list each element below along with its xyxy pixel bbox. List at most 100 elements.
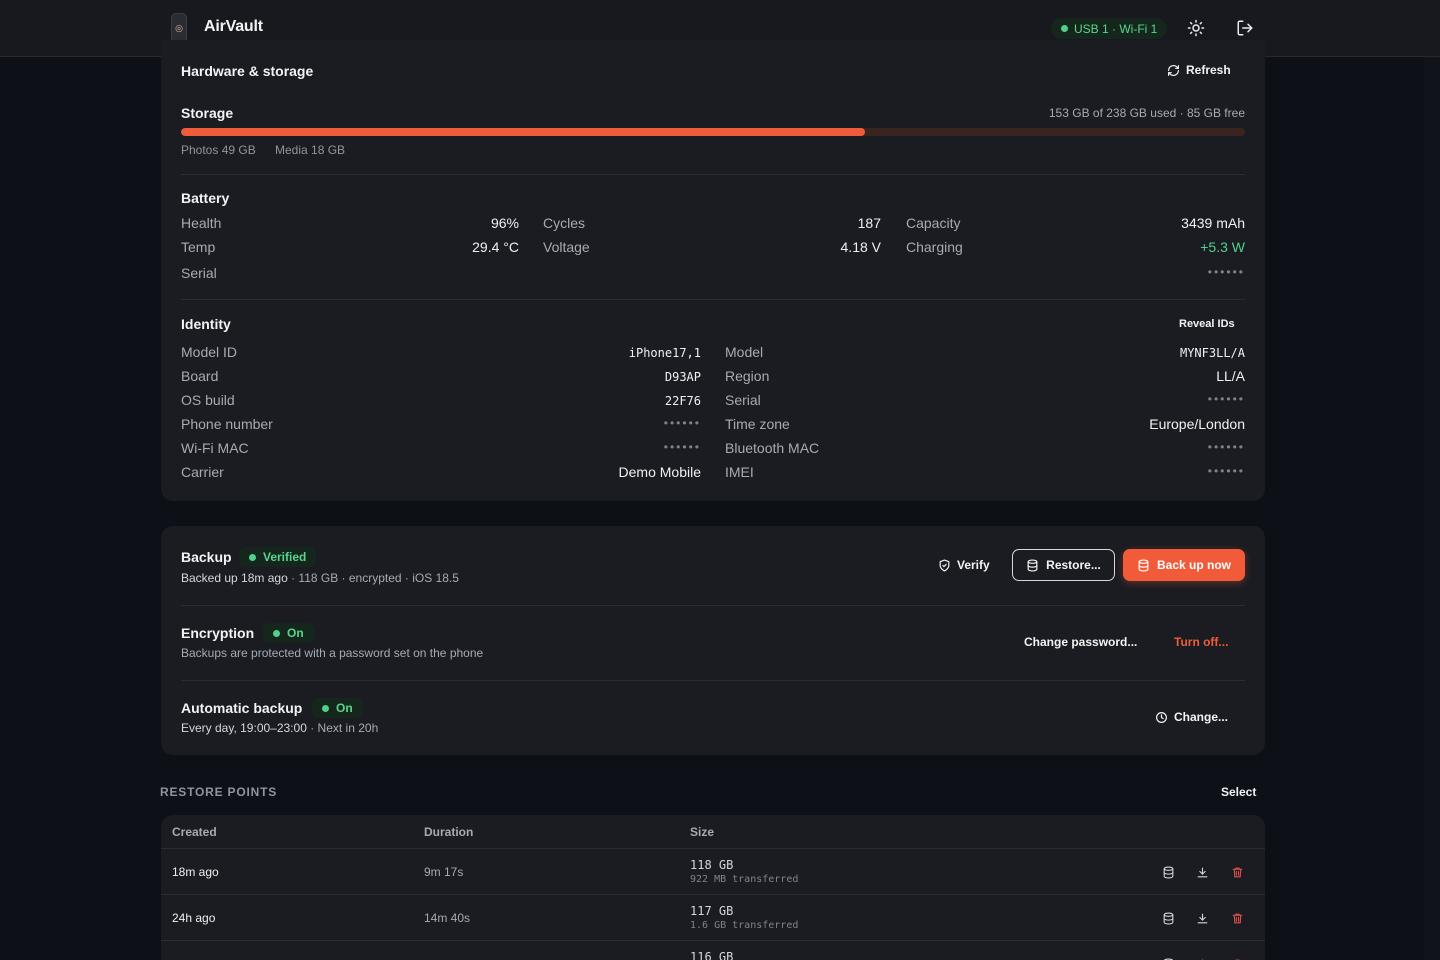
- identity-value: Demo Mobile: [618, 464, 701, 480]
- shield-check-icon: [939, 558, 950, 572]
- duration-cell: 14m 40s: [424, 911, 471, 925]
- refresh-button[interactable]: Refresh: [1167, 63, 1231, 77]
- status-dot-icon: [1061, 25, 1068, 32]
- identity-value: 22F76: [664, 394, 701, 408]
- reveal-ids-button[interactable]: Reveal IDs: [1179, 318, 1235, 330]
- divider: [181, 680, 1245, 681]
- storage-usage-bar: [181, 128, 1245, 136]
- identity-value: ••••••: [1207, 440, 1245, 454]
- restore-icon[interactable]: [1161, 865, 1175, 879]
- battery-cycles-value: 187: [857, 215, 881, 231]
- status-dot-icon: [249, 553, 256, 561]
- identity-value: iPhone17,1: [628, 346, 701, 360]
- trash-icon[interactable]: [1230, 911, 1244, 925]
- auto-backup-status-badge: On: [312, 698, 363, 718]
- identity-value: ••••••: [1207, 464, 1245, 478]
- encryption-title: Encryption: [181, 625, 255, 641]
- identity-label: Phone number: [181, 416, 273, 432]
- storage-usage-fill: [181, 128, 866, 136]
- storage-summary: 153 GB of 238 GB used · 85 GB free: [1048, 106, 1245, 120]
- divider: [181, 299, 1245, 300]
- battery-voltage-value: 4.18 V: [840, 239, 881, 255]
- backup-card: Backup Verified Backed up 18m ago · 118 …: [161, 526, 1265, 755]
- back-up-now-button[interactable]: Back up now: [1123, 549, 1245, 581]
- identity-label: Region: [725, 368, 770, 384]
- refresh-label: Refresh: [1186, 63, 1231, 77]
- scrollbar-track[interactable]: [1424, 57, 1440, 960]
- restore-label: Restore...: [1046, 558, 1101, 572]
- storage-title: Storage: [181, 105, 234, 121]
- app-name: AirVault: [204, 18, 263, 35]
- database-icon: [1027, 558, 1038, 572]
- table-row[interactable]: 116 GB: [161, 940, 1265, 960]
- identity-label: Serial: [725, 392, 761, 408]
- download-icon[interactable]: [1195, 911, 1209, 925]
- turn-off-encryption-button[interactable]: Turn off...: [1174, 635, 1228, 649]
- schedule-text: Every day, 19:00–23:00: [181, 721, 307, 735]
- divider: [181, 605, 1245, 606]
- battery-serial-label: Serial: [181, 265, 217, 281]
- app-logo: ◎: [171, 13, 187, 43]
- identity-label: IMEI: [725, 464, 754, 480]
- verify-label: Verify: [957, 558, 990, 572]
- battery-capacity-value: 3439 mAh: [1181, 215, 1245, 231]
- battery-temp-label: Temp: [181, 239, 216, 255]
- connection-status-badge[interactable]: USB 1 · Wi-Fi 1: [1051, 18, 1168, 39]
- status-dot-icon: [273, 629, 280, 637]
- restore-icon[interactable]: [1161, 911, 1175, 925]
- download-icon[interactable]: [1195, 865, 1209, 879]
- battery-voltage-label: Voltage: [543, 239, 590, 255]
- change-password-button[interactable]: Change password...: [1024, 635, 1137, 649]
- created-cell: 24h ago: [172, 911, 216, 925]
- backup-status-badge: Verified: [239, 547, 317, 567]
- theme-toggle-sun-icon[interactable]: [1186, 18, 1206, 38]
- backup-details: Backed up 18m ago · 118 GB · encrypted ·…: [181, 571, 459, 585]
- battery-capacity-label: Capacity: [906, 215, 961, 231]
- transferred-cell: 1.6 GB transferred: [690, 920, 799, 931]
- battery-serial-value: ••••••: [1207, 265, 1245, 279]
- backup-time: Backed up 18m ago: [181, 571, 288, 585]
- restore-button[interactable]: Restore...: [1012, 549, 1115, 581]
- storage-photos: Photos 49 GB: [181, 143, 256, 157]
- status-dot-icon: [322, 704, 329, 712]
- table-row[interactable]: 24h ago 14m 40s 117 GB 1.6 GB transferre…: [161, 894, 1265, 940]
- select-restore-points-button[interactable]: Select: [1221, 785, 1256, 799]
- battery-charging-label: Charging: [906, 239, 963, 255]
- identity-value: LL/A: [1216, 368, 1245, 384]
- hardware-title: Hardware & storage: [181, 63, 314, 79]
- storage-media: Media 18 GB: [275, 143, 346, 157]
- identity-label: OS build: [181, 392, 235, 408]
- trash-icon[interactable]: [1230, 865, 1244, 879]
- column-header-created: Created: [172, 825, 217, 839]
- size-cell: 118 GB: [690, 858, 734, 872]
- identity-title: Identity: [181, 316, 231, 332]
- battery-health-value: 96%: [490, 215, 519, 231]
- hardware-storage-card: Hardware & storage Refresh Storage 153 G…: [161, 40, 1265, 501]
- battery-charging-value: +5.3 W: [1200, 239, 1245, 255]
- logout-icon[interactable]: [1235, 18, 1255, 38]
- identity-label: Board: [181, 368, 219, 384]
- identity-label: Model ID: [181, 344, 238, 360]
- size-cell: 117 GB: [690, 904, 734, 918]
- identity-value: Europe/London: [1149, 416, 1245, 432]
- change-schedule-button[interactable]: Change...: [1155, 710, 1228, 724]
- auto-backup-title: Automatic backup: [181, 700, 303, 716]
- encryption-status-badge: On: [263, 623, 314, 643]
- battery-temp-value: 29.4 °C: [472, 239, 519, 255]
- identity-label: Bluetooth MAC: [725, 440, 820, 456]
- verify-button[interactable]: Verify: [938, 558, 990, 572]
- battery-cycles-label: Cycles: [543, 215, 586, 231]
- transferred-cell: 922 MB transferred: [690, 874, 799, 885]
- identity-label: Carrier: [181, 464, 224, 480]
- change-schedule-label: Change...: [1174, 710, 1229, 724]
- connection-label: USB 1 · Wi-Fi 1: [1074, 21, 1158, 36]
- column-header-duration: Duration: [424, 825, 474, 839]
- database-icon: [1138, 558, 1149, 572]
- encryption-status-label: On: [287, 626, 304, 640]
- auto-backup-schedule: Every day, 19:00–23:00 · Next in 20h: [181, 721, 378, 735]
- table-row[interactable]: 18m ago 9m 17s 118 GB 922 MB transferred: [161, 848, 1265, 894]
- size-cell: 116 GB: [690, 950, 734, 960]
- backup-meta: · 118 GB · encrypted · iOS 18.5: [287, 571, 459, 585]
- identity-label: Time zone: [725, 416, 790, 432]
- identity-value: MYNF3LL/A: [1179, 346, 1245, 360]
